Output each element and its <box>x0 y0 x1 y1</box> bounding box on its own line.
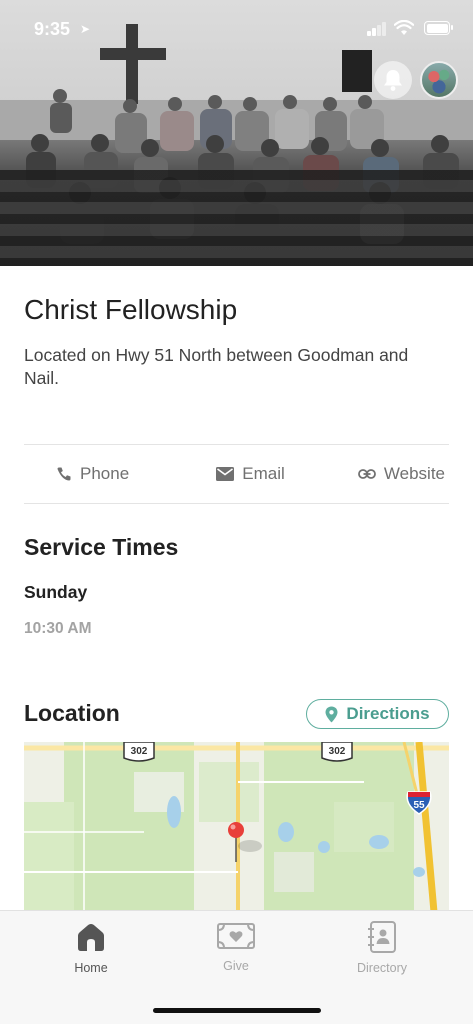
status-bar: 9:35 ➤ <box>0 0 473 60</box>
contact-actions: Phone Email Website <box>24 446 449 502</box>
route-302-shield: 302 <box>321 742 353 762</box>
tab-directory[interactable]: Directory <box>332 921 432 975</box>
service-day: Sunday <box>24 582 88 602</box>
status-time: 9:35 <box>34 19 71 39</box>
phone-icon <box>57 467 71 481</box>
map-graphic: 302 302 55 <box>24 742 449 912</box>
location-arrow-icon: ➤ <box>80 22 91 36</box>
tab-give-label: Give <box>223 959 249 973</box>
cellular-signal-icon <box>367 22 387 36</box>
email-icon <box>216 467 235 481</box>
route-302-label: 302 <box>131 746 148 757</box>
home-icon <box>78 924 104 951</box>
tab-home-label: Home <box>74 961 108 975</box>
location-heading: Location <box>24 700 120 726</box>
service-times-heading: Service Times <box>24 534 179 560</box>
email-label: Email <box>242 464 285 483</box>
tab-give[interactable]: Give <box>186 921 286 973</box>
tab-bar: Home Give Directory <box>0 910 473 1024</box>
directions-label: Directions <box>346 704 430 723</box>
tab-home[interactable]: Home <box>41 921 141 975</box>
notifications-button[interactable] <box>374 61 412 99</box>
directory-icon <box>368 921 396 953</box>
website-button[interactable]: Website <box>315 464 449 484</box>
website-label: Website <box>383 464 446 483</box>
wifi-icon <box>394 20 414 35</box>
phone-label: Phone <box>80 464 130 483</box>
avatar[interactable] <box>420 61 458 99</box>
church-description: Located on Hwy 51 North between Goodman … <box>24 345 409 388</box>
route-302-label: 302 <box>329 746 346 757</box>
email-button[interactable]: Email <box>186 464 316 484</box>
home-indicator[interactable] <box>153 1008 321 1013</box>
battery-icon <box>424 21 453 35</box>
divider <box>24 503 449 504</box>
divider <box>24 444 449 445</box>
tab-directory-label: Directory <box>356 961 407 975</box>
route-302-shield: 302 <box>123 742 155 762</box>
phone-button[interactable]: Phone <box>24 464 186 484</box>
bell-icon <box>384 70 402 91</box>
link-icon <box>358 469 376 479</box>
give-icon <box>217 923 255 949</box>
church-name: Christ Fellowship <box>24 294 238 325</box>
map-pin-icon <box>325 706 338 722</box>
service-time: 10:30 AM <box>24 620 92 637</box>
interstate-55-label: 55 <box>413 800 425 811</box>
directions-button[interactable]: Directions <box>306 699 449 729</box>
location-map[interactable]: 302 302 55 <box>24 742 449 912</box>
